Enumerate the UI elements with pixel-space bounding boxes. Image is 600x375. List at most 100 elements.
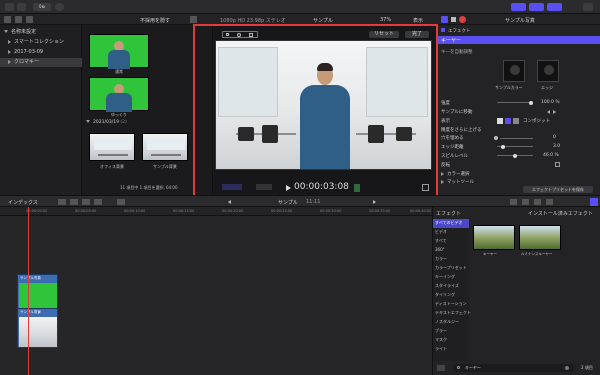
clear-icon[interactable] bbox=[565, 366, 569, 370]
category-all-video[interactable]: すべてのビデオ bbox=[433, 219, 469, 228]
category-text-effects[interactable]: テキストエフェクト bbox=[433, 309, 471, 318]
download-icon[interactable] bbox=[17, 3, 26, 11]
edge-well[interactable] bbox=[537, 60, 559, 82]
category-stylize[interactable]: スタイライズ bbox=[433, 282, 469, 291]
next-arrow-icon[interactable] bbox=[553, 110, 556, 114]
titles-icon[interactable] bbox=[26, 16, 33, 23]
strength-value[interactable]: 100.0 % bbox=[541, 100, 560, 105]
category-all[interactable]: すべて bbox=[433, 237, 469, 246]
fill-holes-slider[interactable] bbox=[500, 138, 533, 139]
library-item-smart-collections[interactable]: スマートコレクション bbox=[0, 38, 82, 47]
overwrite-clip-icon[interactable] bbox=[94, 199, 102, 205]
category-blur[interactable]: ブラー bbox=[433, 327, 469, 336]
edge-distance-value[interactable]: 3.0 bbox=[553, 144, 560, 149]
category-video[interactable]: ビデオ bbox=[433, 228, 469, 237]
effects-search-field[interactable]: キーヤー bbox=[453, 364, 575, 372]
category-color[interactable]: カラー bbox=[433, 255, 469, 264]
clip-appearance-icon[interactable] bbox=[190, 16, 197, 23]
filter-popup[interactable]: 不採用を隠す bbox=[140, 17, 170, 24]
clip-thumbnail-office[interactable] bbox=[89, 133, 135, 161]
background-tasks-icon[interactable] bbox=[55, 3, 64, 11]
select-tool-icon[interactable] bbox=[117, 199, 125, 205]
matte-tools-row[interactable]: マットツール bbox=[441, 179, 474, 185]
zoom-popup[interactable]: 37% bbox=[380, 17, 391, 23]
disclosure-right-icon[interactable] bbox=[8, 49, 11, 54]
keyer-row[interactable]: キーヤー bbox=[437, 36, 600, 44]
photos-icon[interactable] bbox=[15, 16, 22, 23]
slider-knob[interactable] bbox=[513, 153, 517, 158]
checkbox-icon[interactable] bbox=[441, 28, 445, 32]
category-keying[interactable]: キーイング bbox=[433, 273, 469, 282]
timeline-ruler[interactable]: 00:00:00:00 00:00:05:00 00:00:10:00 00:0… bbox=[0, 207, 432, 216]
timeline-clip-sample-bg[interactable]: サンプル背景 bbox=[17, 308, 58, 348]
audio-skimming-icon[interactable] bbox=[522, 199, 529, 205]
sidebar-toggle-icon[interactable] bbox=[437, 365, 445, 371]
back-arrow-icon[interactable] bbox=[228, 200, 231, 204]
slider-knob[interactable] bbox=[494, 136, 498, 140]
previous-arrow-icon[interactable] bbox=[547, 110, 550, 114]
playhead[interactable] bbox=[28, 207, 29, 375]
spill-level-slider[interactable] bbox=[497, 153, 533, 158]
info-inspector-icon[interactable] bbox=[459, 16, 466, 23]
category-light[interactable]: ライト bbox=[433, 345, 469, 354]
spill-level-value[interactable]: 46.0 % bbox=[543, 153, 559, 158]
effects-tab[interactable]: エフェクト bbox=[436, 210, 461, 217]
effect-thumb-luma-keyer[interactable] bbox=[519, 225, 561, 250]
clip-thumbnail-normal[interactable] bbox=[89, 34, 149, 69]
view-matte-icon[interactable] bbox=[505, 118, 511, 124]
category-tiling[interactable]: タイリング bbox=[433, 291, 469, 300]
library-toggle-button[interactable] bbox=[5, 3, 14, 11]
effect-thumb-keyer[interactable] bbox=[473, 225, 515, 250]
forward-arrow-icon[interactable] bbox=[373, 200, 376, 204]
invert-checkbox[interactable] bbox=[555, 162, 560, 167]
view-popup[interactable]: 表示 bbox=[413, 17, 423, 24]
date-group-header[interactable]: 2021/03/19 (2) bbox=[86, 120, 127, 125]
timeline-toggle-button[interactable] bbox=[529, 3, 544, 11]
video-inspector-icon[interactable] bbox=[441, 16, 448, 23]
timeline[interactable]: サンプル写真 サンプル背景 bbox=[0, 216, 432, 375]
append-clip-icon[interactable] bbox=[82, 199, 90, 205]
view-composite-icon[interactable] bbox=[497, 118, 503, 124]
disclosure-right-icon[interactable] bbox=[441, 179, 444, 184]
disclosure-down-icon[interactable] bbox=[4, 30, 8, 33]
insert-clip-icon[interactable] bbox=[70, 199, 78, 205]
category-distortion[interactable]: ディストーション bbox=[433, 300, 469, 309]
disclosure-right-icon[interactable] bbox=[8, 59, 11, 64]
effects-category-list: すべてのビデオ ビデオ すべて 360° カラー カラープリセット キーイング … bbox=[433, 219, 471, 361]
slider-knob[interactable] bbox=[501, 144, 505, 149]
solo-icon[interactable] bbox=[534, 199, 541, 205]
category-color-presets[interactable]: カラープリセット bbox=[433, 264, 469, 273]
snapping-icon[interactable] bbox=[546, 199, 553, 205]
category-360[interactable]: 360° bbox=[433, 246, 469, 255]
library-icon[interactable] bbox=[4, 16, 11, 23]
slider-knob[interactable] bbox=[529, 100, 533, 105]
inspector-title: サンプル写真 bbox=[505, 18, 535, 24]
category-masks[interactable]: マスク bbox=[433, 336, 469, 345]
effects-section-header[interactable]: エフェクト bbox=[441, 28, 471, 34]
category-nostalgia[interactable]: ノスタルジー bbox=[433, 318, 469, 327]
index-button[interactable]: インデックス bbox=[8, 199, 38, 206]
disclosure-right-icon[interactable] bbox=[441, 171, 444, 176]
browser-toggle-button[interactable] bbox=[511, 3, 526, 11]
fill-holes-value[interactable]: 0 bbox=[553, 135, 556, 140]
library-item-chromakey[interactable]: クロマキー bbox=[0, 58, 82, 67]
filter-inspector-icon[interactable] bbox=[451, 17, 456, 22]
disclosure-down-icon[interactable] bbox=[86, 120, 90, 123]
view-original-icon[interactable] bbox=[513, 118, 519, 124]
skimming-icon[interactable] bbox=[510, 199, 517, 205]
edge-distance-slider[interactable] bbox=[497, 144, 533, 149]
save-effects-preset-button[interactable]: エフェクトプリセットを保存 bbox=[523, 186, 593, 193]
strength-slider[interactable] bbox=[497, 100, 533, 105]
library-item-event-date[interactable]: 2017-03-09 bbox=[0, 48, 82, 57]
disclosure-right-icon[interactable] bbox=[8, 39, 11, 44]
inspector-toggle-button[interactable] bbox=[547, 3, 562, 11]
clip-thumbnail-sample-bg[interactable] bbox=[142, 133, 188, 161]
share-icon[interactable] bbox=[583, 3, 593, 11]
color-selection-row[interactable]: カラー選択 bbox=[441, 171, 470, 177]
clip-thumbnail-slow[interactable] bbox=[89, 77, 149, 112]
connect-clip-icon[interactable] bbox=[58, 199, 66, 205]
keywords-button[interactable]: 0ю bbox=[33, 3, 51, 11]
effects-browser-icon[interactable] bbox=[590, 198, 598, 206]
library-item-root[interactable]: 名称未設定 bbox=[0, 28, 82, 37]
sample-color-well[interactable] bbox=[503, 60, 525, 82]
